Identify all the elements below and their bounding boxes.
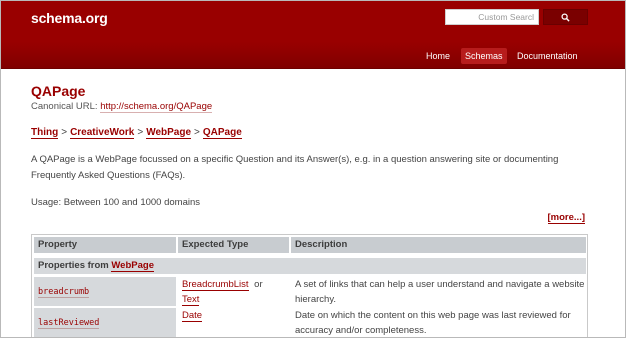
breadcrumb-webpage[interactable]: WebPage [146,127,192,139]
table-row: breadcrumb BreadcrumbList or Text A set … [32,275,587,306]
canonical-label: Canonical URL: [31,101,98,112]
header-expected-type: Expected Type [178,237,289,253]
canonical-url-link[interactable]: http://schema.org/QAPage [100,101,213,113]
section-heading: Properties from WebPage [34,258,586,274]
type-joiner: or [254,279,263,290]
property-cell: lastReviewed [34,308,176,337]
nav-documentation[interactable]: Documentation [513,48,582,64]
type-cell: Date [182,308,289,323]
breadcrumb-separator: > [194,127,200,138]
site-logo[interactable]: schema.org [31,10,108,26]
type-date-link[interactable]: Date [182,310,203,322]
breadcrumb-creativework[interactable]: CreativeWork [70,127,135,139]
browser-frame: schema.org Custom Searcl Home Schemas Do… [0,0,626,338]
type-description: A QAPage is a WebPage focussed on a spec… [31,154,559,181]
type-text-link[interactable]: Text [182,294,200,306]
property-lastreviewed-link[interactable]: lastReviewed [38,318,100,329]
main-nav: Home Schemas Documentation [1,42,625,69]
description-cell: Date on which the content on this web pa… [295,310,571,336]
usage-text: Usage: Between 100 and 1000 domains [31,197,201,208]
search-button[interactable] [543,9,588,25]
breadcrumb: Thing > CreativeWork > WebPage > QAPage [31,127,242,139]
section-row: Properties from WebPage [32,256,587,275]
breadcrumb-thing[interactable]: Thing [31,127,59,139]
site-header: schema.org Custom Searcl [1,1,625,42]
description-cell: A set of links that can help a user unde… [295,279,585,305]
more-link-label[interactable]: [more...] [547,212,585,224]
canonical-url-line: Canonical URL: http://schema.org/QAPage [31,101,213,113]
type-breadcrumblist-link[interactable]: BreadcrumbList [182,279,249,291]
table-header-row: Property Expected Type Description [32,235,587,254]
header-property: Property [34,237,176,253]
breadcrumb-qapage[interactable]: QAPage [202,127,242,139]
more-link[interactable]: [more...] [547,212,585,224]
table-row: lastReviewed Date Date on which the cont… [32,306,587,337]
property-breadcrumb-link[interactable]: breadcrumb [38,287,90,298]
header-description: Description [291,237,586,253]
breadcrumb-separator: > [137,127,144,138]
breadcrumb-separator: > [61,127,68,138]
section-prefix: Properties from [38,260,109,271]
property-cell: breadcrumb [34,277,176,306]
nav-schemas[interactable]: Schemas [461,48,507,64]
page-title: QAPage [31,83,86,99]
magnifier-icon [561,12,570,22]
nav-home[interactable]: Home [422,48,454,64]
section-webpage-link[interactable]: WebPage [111,260,154,272]
search-input[interactable]: Custom Searcl [445,9,539,25]
properties-table: Property Expected Type Description Prope… [31,234,588,337]
type-cell: BreadcrumbList or Text [182,277,289,307]
